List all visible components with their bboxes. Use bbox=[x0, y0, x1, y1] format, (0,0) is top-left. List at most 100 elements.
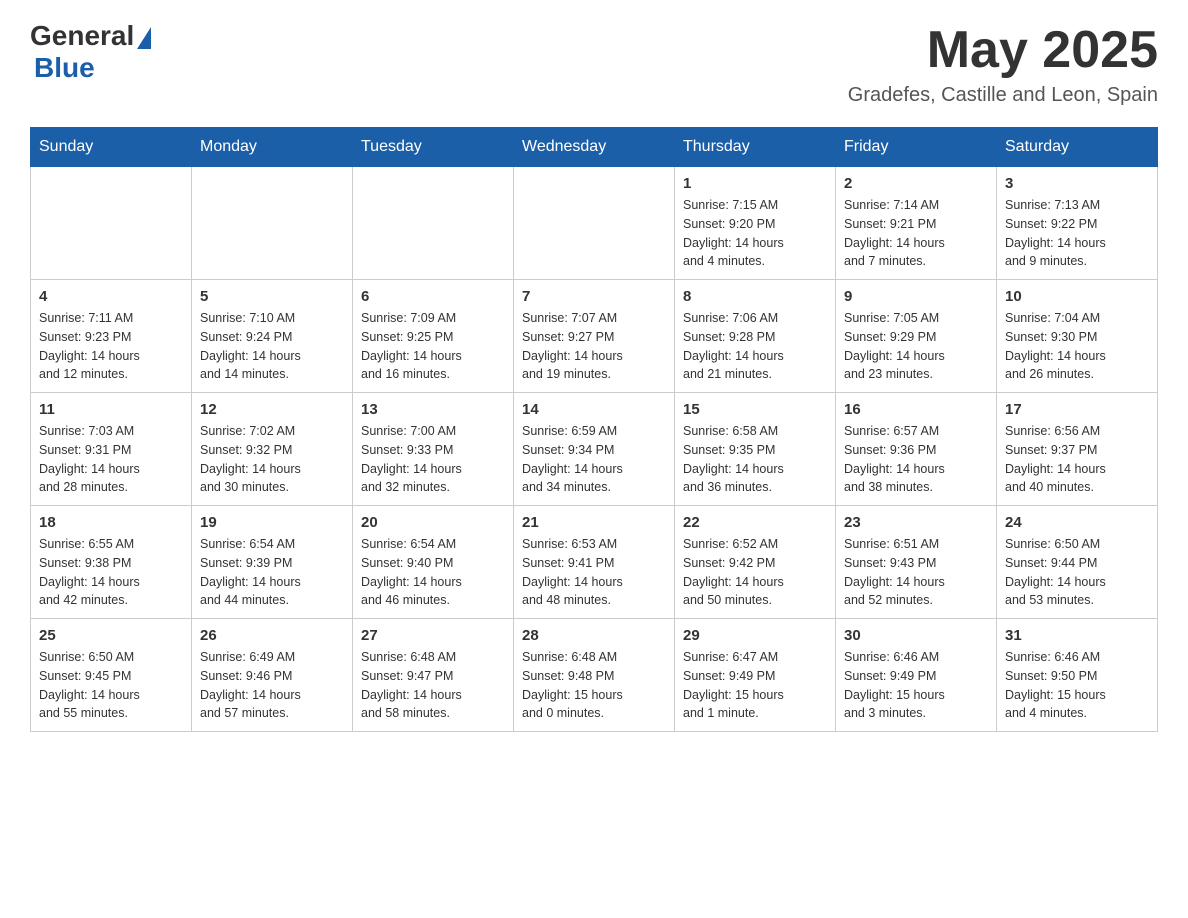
day-number: 31 bbox=[1005, 627, 1149, 644]
day-info: Sunrise: 7:13 AM Sunset: 9:22 PM Dayligh… bbox=[1005, 196, 1149, 271]
day-info: Sunrise: 6:58 AM Sunset: 9:35 PM Dayligh… bbox=[683, 422, 827, 497]
calendar-cell: 13 Sunrise: 7:00 AM Sunset: 9:33 PM Dayli… bbox=[353, 393, 514, 506]
day-info: Sunrise: 6:55 AM Sunset: 9:38 PM Dayligh… bbox=[39, 535, 183, 610]
calendar-cell: 21Sunrise: 6:53 AM Sunset: 9:41 PM Dayli… bbox=[514, 506, 675, 619]
day-info: Sunrise: 7:06 AM Sunset: 9:28 PM Dayligh… bbox=[683, 309, 827, 384]
day-info: Sunrise: 7:11 AM Sunset: 9:23 PM Dayligh… bbox=[39, 309, 183, 384]
calendar-cell: 27 Sunrise: 6:48 AM Sunset: 9:47 PM Dayli… bbox=[353, 619, 514, 732]
location-title: Gradefes, Castille and Leon, Spain bbox=[848, 84, 1158, 107]
calendar-header-row: SundayMondayTuesdayWednesdayThursdayFrid… bbox=[31, 128, 1158, 167]
day-number: 10 bbox=[1005, 288, 1149, 305]
day-number: 30 bbox=[844, 627, 988, 644]
calendar-cell: 17 Sunrise: 6:56 AM Sunset: 9:37 PM Dayli… bbox=[997, 393, 1158, 506]
day-info: Sunrise: 7:15 AM Sunset: 9:20 PM Dayligh… bbox=[683, 196, 827, 271]
calendar-cell: 12 Sunrise: 7:02 AM Sunset: 9:32 PM Dayli… bbox=[192, 393, 353, 506]
weekday-header-saturday: Saturday bbox=[997, 128, 1158, 167]
calendar-cell: 4 Sunrise: 7:11 AM Sunset: 9:23 PM Daylig… bbox=[31, 280, 192, 393]
logo-triangle-icon bbox=[137, 27, 151, 49]
day-number: 23 bbox=[844, 514, 988, 531]
day-number: 4 bbox=[39, 288, 183, 305]
day-number: 20 bbox=[361, 514, 505, 531]
calendar-cell: 19Sunrise: 6:54 AM Sunset: 9:39 PM Dayli… bbox=[192, 506, 353, 619]
day-number: 7 bbox=[522, 288, 666, 305]
calendar-cell: 20 Sunrise: 6:54 AM Sunset: 9:40 PM Dayli… bbox=[353, 506, 514, 619]
calendar-cell: 14 Sunrise: 6:59 AM Sunset: 9:34 PM Dayli… bbox=[514, 393, 675, 506]
day-number: 12 bbox=[200, 401, 344, 418]
calendar-week-row: 1Sunrise: 7:15 AM Sunset: 9:20 PM Daylig… bbox=[31, 167, 1158, 280]
calendar-cell: 7 Sunrise: 7:07 AM Sunset: 9:27 PM Daylig… bbox=[514, 280, 675, 393]
day-number: 27 bbox=[361, 627, 505, 644]
calendar-table: SundayMondayTuesdayWednesdayThursdayFrid… bbox=[30, 127, 1158, 732]
day-number: 14 bbox=[522, 401, 666, 418]
calendar-cell: 3Sunrise: 7:13 AM Sunset: 9:22 PM Daylig… bbox=[997, 167, 1158, 280]
logo-blue-text: Blue bbox=[34, 52, 95, 84]
day-info: Sunrise: 6:52 AM Sunset: 9:42 PM Dayligh… bbox=[683, 535, 827, 610]
calendar-cell: 9Sunrise: 7:05 AM Sunset: 9:29 PM Daylig… bbox=[836, 280, 997, 393]
day-info: Sunrise: 6:54 AM Sunset: 9:40 PM Dayligh… bbox=[361, 535, 505, 610]
day-info: Sunrise: 7:07 AM Sunset: 9:27 PM Dayligh… bbox=[522, 309, 666, 384]
day-info: Sunrise: 6:59 AM Sunset: 9:34 PM Dayligh… bbox=[522, 422, 666, 497]
calendar-cell: 15 Sunrise: 6:58 AM Sunset: 9:35 PM Dayli… bbox=[675, 393, 836, 506]
day-number: 13 bbox=[361, 401, 505, 418]
calendar-cell: 29 Sunrise: 6:47 AM Sunset: 9:49 PM Dayli… bbox=[675, 619, 836, 732]
weekday-header-tuesday: Tuesday bbox=[353, 128, 514, 167]
calendar-cell: 24 Sunrise: 6:50 AM Sunset: 9:44 PM Dayli… bbox=[997, 506, 1158, 619]
day-info: Sunrise: 6:49 AM Sunset: 9:46 PM Dayligh… bbox=[200, 648, 344, 723]
day-number: 22 bbox=[683, 514, 827, 531]
calendar-cell bbox=[31, 167, 192, 280]
day-number: 21 bbox=[522, 514, 666, 531]
day-info: Sunrise: 7:14 AM Sunset: 9:21 PM Dayligh… bbox=[844, 196, 988, 271]
day-info: Sunrise: 6:57 AM Sunset: 9:36 PM Dayligh… bbox=[844, 422, 988, 497]
day-number: 16 bbox=[844, 401, 988, 418]
day-number: 2 bbox=[844, 175, 988, 192]
calendar-week-row: 11 Sunrise: 7:03 AM Sunset: 9:31 PM Dayli… bbox=[31, 393, 1158, 506]
day-number: 15 bbox=[683, 401, 827, 418]
day-info: Sunrise: 6:54 AM Sunset: 9:39 PM Dayligh… bbox=[200, 535, 344, 610]
day-info: Sunrise: 7:10 AM Sunset: 9:24 PM Dayligh… bbox=[200, 309, 344, 384]
calendar-cell bbox=[353, 167, 514, 280]
calendar-cell: 18 Sunrise: 6:55 AM Sunset: 9:38 PM Dayli… bbox=[31, 506, 192, 619]
day-info: Sunrise: 6:50 AM Sunset: 9:44 PM Dayligh… bbox=[1005, 535, 1149, 610]
day-number: 5 bbox=[200, 288, 344, 305]
day-number: 28 bbox=[522, 627, 666, 644]
month-title: May 2025 bbox=[848, 20, 1158, 80]
weekday-header-thursday: Thursday bbox=[675, 128, 836, 167]
day-info: Sunrise: 6:56 AM Sunset: 9:37 PM Dayligh… bbox=[1005, 422, 1149, 497]
day-number: 18 bbox=[39, 514, 183, 531]
calendar-cell: 22 Sunrise: 6:52 AM Sunset: 9:42 PM Dayli… bbox=[675, 506, 836, 619]
day-info: Sunrise: 6:50 AM Sunset: 9:45 PM Dayligh… bbox=[39, 648, 183, 723]
day-info: Sunrise: 6:46 AM Sunset: 9:49 PM Dayligh… bbox=[844, 648, 988, 723]
calendar-cell: 10 Sunrise: 7:04 AM Sunset: 9:30 PM Dayli… bbox=[997, 280, 1158, 393]
calendar-cell bbox=[192, 167, 353, 280]
calendar-cell: 2 Sunrise: 7:14 AM Sunset: 9:21 PM Daylig… bbox=[836, 167, 997, 280]
weekday-header-monday: Monday bbox=[192, 128, 353, 167]
calendar-week-row: 25Sunrise: 6:50 AM Sunset: 9:45 PM Dayli… bbox=[31, 619, 1158, 732]
calendar-cell: 1Sunrise: 7:15 AM Sunset: 9:20 PM Daylig… bbox=[675, 167, 836, 280]
day-number: 17 bbox=[1005, 401, 1149, 418]
day-info: Sunrise: 6:48 AM Sunset: 9:48 PM Dayligh… bbox=[522, 648, 666, 723]
weekday-header-sunday: Sunday bbox=[31, 128, 192, 167]
weekday-header-wednesday: Wednesday bbox=[514, 128, 675, 167]
day-info: Sunrise: 6:48 AM Sunset: 9:47 PM Dayligh… bbox=[361, 648, 505, 723]
logo: General Blue bbox=[30, 20, 151, 84]
day-number: 24 bbox=[1005, 514, 1149, 531]
day-number: 6 bbox=[361, 288, 505, 305]
day-number: 9 bbox=[844, 288, 988, 305]
day-number: 11 bbox=[39, 401, 183, 418]
calendar-cell: 11 Sunrise: 7:03 AM Sunset: 9:31 PM Dayli… bbox=[31, 393, 192, 506]
weekday-header-friday: Friday bbox=[836, 128, 997, 167]
day-info: Sunrise: 7:04 AM Sunset: 9:30 PM Dayligh… bbox=[1005, 309, 1149, 384]
calendar-cell: 31Sunrise: 6:46 AM Sunset: 9:50 PM Dayli… bbox=[997, 619, 1158, 732]
day-info: Sunrise: 6:47 AM Sunset: 9:49 PM Dayligh… bbox=[683, 648, 827, 723]
calendar-cell: 30 Sunrise: 6:46 AM Sunset: 9:49 PM Dayli… bbox=[836, 619, 997, 732]
day-info: Sunrise: 7:02 AM Sunset: 9:32 PM Dayligh… bbox=[200, 422, 344, 497]
page-header: General Blue May 2025 Gradefes, Castille… bbox=[30, 20, 1158, 107]
logo-general-text: General bbox=[30, 20, 134, 52]
day-number: 26 bbox=[200, 627, 344, 644]
calendar-cell: 26 Sunrise: 6:49 AM Sunset: 9:46 PM Dayli… bbox=[192, 619, 353, 732]
day-info: Sunrise: 6:51 AM Sunset: 9:43 PM Dayligh… bbox=[844, 535, 988, 610]
day-info: Sunrise: 7:00 AM Sunset: 9:33 PM Dayligh… bbox=[361, 422, 505, 497]
calendar-cell: 8Sunrise: 7:06 AM Sunset: 9:28 PM Daylig… bbox=[675, 280, 836, 393]
day-info: Sunrise: 7:03 AM Sunset: 9:31 PM Dayligh… bbox=[39, 422, 183, 497]
day-number: 29 bbox=[683, 627, 827, 644]
